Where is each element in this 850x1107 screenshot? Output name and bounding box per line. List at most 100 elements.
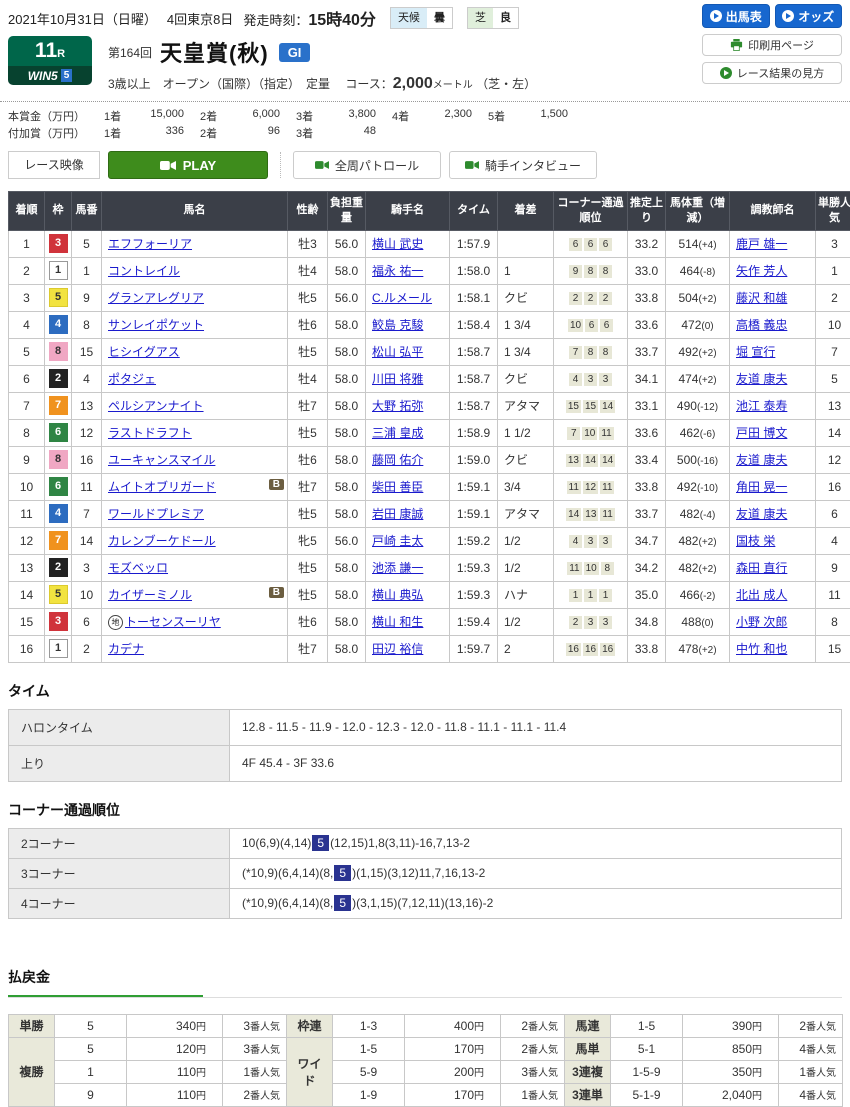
horse-weight-value: 492 — [677, 480, 697, 494]
trainer-link[interactable]: 中竹 和也 — [736, 642, 787, 656]
horse-weight-value: 466 — [680, 588, 700, 602]
jockey-link[interactable]: 田辺 裕信 — [372, 642, 423, 656]
horse-weight-diff: (+2) — [698, 537, 716, 548]
jockey-link[interactable]: 横山 典弘 — [372, 588, 423, 602]
horse-name-link[interactable]: ペルシアンナイト — [108, 399, 204, 413]
jockey-link[interactable]: C.ルメール — [372, 291, 432, 305]
finish-position: 12 — [9, 527, 45, 554]
trainer-link[interactable]: 池江 泰寿 — [736, 399, 787, 413]
trainer-link[interactable]: 角田 晃一 — [736, 480, 787, 494]
horse-name-link[interactable]: ヒシイグアス — [108, 345, 180, 359]
horse-name-link[interactable]: コントレイル — [108, 264, 180, 278]
trainer-link[interactable]: 鹿戸 雄一 — [736, 237, 787, 251]
corner-positions: 111211 — [554, 473, 628, 500]
arrow-circle-icon — [782, 10, 794, 22]
time-row-value: 4F 45.4 - 3F 33.6 — [230, 745, 842, 781]
last-3f: 33.8 — [628, 284, 666, 311]
horse-name-link[interactable]: ユーキャンスマイル — [108, 453, 215, 467]
result-row: 14510カイザーミノルB牡558.0横山 典弘1:59.3ハナ11135.04… — [9, 581, 850, 608]
trainer-link[interactable]: 小野 次郎 — [736, 615, 787, 629]
trainer-link[interactable]: 友道 康夫 — [736, 453, 787, 467]
column-header-2: 馬番 — [72, 192, 102, 231]
horse-name-link[interactable]: ムイトオブリガード — [108, 480, 216, 494]
horse-name-link[interactable]: エフフォーリア — [108, 237, 192, 251]
sex-age: 牡5 — [288, 419, 328, 446]
trainer-link[interactable]: 北出 成人 — [736, 588, 787, 602]
carried-weight: 58.0 — [328, 365, 366, 392]
jockey-link[interactable]: 池添 謙一 — [372, 561, 423, 575]
corner-position-box: 9 — [569, 265, 582, 278]
jockey-link[interactable]: 横山 武史 — [372, 237, 423, 251]
play-button[interactable]: PLAY — [108, 151, 268, 179]
trainer-cell: 角田 晃一 — [730, 473, 816, 500]
horse-name-link[interactable]: グランアレグリア — [108, 291, 204, 305]
trainer-link[interactable]: 国枝 栄 — [736, 534, 775, 548]
finish-position: 14 — [9, 581, 45, 608]
result-guide-button[interactable]: レース結果の見方 — [702, 62, 842, 84]
results-header-row: 着順枠馬番馬名性齢負担重量騎手名タイム着差コーナー通過順位推定上り馬体重（増減）… — [9, 192, 850, 231]
payout-amount: 2,040円 — [683, 1083, 779, 1106]
jockey-link[interactable]: 戸崎 圭太 — [372, 534, 423, 548]
jockey-link[interactable]: 岩田 康誠 — [372, 507, 423, 521]
horse-name-link[interactable]: トーセンスーリヤ — [125, 615, 221, 629]
jockey-link[interactable]: 鮫島 克駿 — [372, 318, 423, 332]
corner-row-label: 4コーナー — [9, 888, 230, 918]
horse-weight-value: 462 — [680, 426, 700, 440]
column-header-3: 馬名 — [102, 192, 288, 231]
result-row: 448サンレイポケット牡658.0鮫島 克駿1:58.41 3/4106633.… — [9, 311, 850, 338]
payout-combination: 5-1 — [611, 1037, 683, 1060]
jockey-link[interactable]: 藤岡 佑介 — [372, 453, 423, 467]
entry-table-button[interactable]: 出馬表 — [702, 4, 770, 28]
horse-name-link[interactable]: モズベッロ — [108, 561, 168, 575]
popularity-suffix: 番人気 — [250, 1045, 280, 1056]
horse-weight-value: 490 — [677, 399, 697, 413]
corner-position-box: 3 — [599, 535, 612, 548]
result-row: 624ポタジェ牡458.0川田 将雅1:58.7クビ43334.1474(+2)… — [9, 365, 850, 392]
frame-cell: 7 — [45, 392, 72, 419]
jockey-link[interactable]: 福永 祐一 — [372, 264, 423, 278]
jockey-link[interactable]: 川田 将雅 — [372, 372, 423, 386]
payout-popularity: 2番人気 — [223, 1083, 287, 1106]
jockey-link[interactable]: 大野 拓弥 — [372, 399, 423, 413]
jockey-link[interactable]: 三浦 皇成 — [372, 426, 423, 440]
trainer-link[interactable]: 矢作 芳人 — [736, 264, 787, 278]
start-time-label: 発走時刻： — [243, 13, 308, 28]
trainer-link[interactable]: 友道 康夫 — [736, 507, 787, 521]
horse-name-cell: エフフォーリア — [102, 230, 288, 257]
trainer-link[interactable]: 藤沢 和雄 — [736, 291, 787, 305]
trainer-link[interactable]: 森田 直行 — [736, 561, 787, 575]
carried-weight: 58.0 — [328, 581, 366, 608]
result-row: 10611ムイトオブリガードB牡758.0柴田 善臣1:59.13/411121… — [9, 473, 850, 500]
horse-name-link[interactable]: カレンブーケドール — [108, 534, 216, 548]
horse-name-link[interactable]: カデナ — [108, 642, 144, 656]
trainer-cell: 国枝 栄 — [730, 527, 816, 554]
prize-rank: 2着 — [200, 108, 230, 124]
corner-position-box: 1 — [569, 589, 582, 602]
corner-position-box: 16 — [600, 643, 615, 656]
odds-button[interactable]: オッズ — [775, 4, 843, 28]
trainer-link[interactable]: 堀 宣行 — [736, 345, 775, 359]
horse-name-link[interactable]: ワールドプレミア — [108, 507, 204, 521]
popularity-value: 3 — [521, 1065, 528, 1079]
horse-name-link[interactable]: サンレイポケット — [108, 318, 204, 332]
last-3f: 35.0 — [628, 581, 666, 608]
print-page-button[interactable]: 印刷用ページ — [702, 34, 842, 56]
jockey-link[interactable]: 横山 和生 — [372, 615, 423, 629]
horse-weight-diff: (+2) — [698, 645, 716, 656]
frame-number: 7 — [49, 396, 68, 415]
jockey-link[interactable]: 松山 弘平 — [372, 345, 423, 359]
trainer-link[interactable]: 戸田 博文 — [736, 426, 787, 440]
jockey-cell: 松山 弘平 — [366, 338, 450, 365]
trainer-link[interactable]: 友道 康夫 — [736, 372, 787, 386]
horse-number: 2 — [72, 635, 102, 662]
patrol-video-button[interactable]: 全周パトロール — [293, 151, 441, 179]
horse-name-link[interactable]: カイザーミノル — [108, 588, 192, 602]
column-header-7: タイム — [450, 192, 498, 231]
jockey-cell: 藤岡 佑介 — [366, 446, 450, 473]
jockey-link[interactable]: 柴田 善臣 — [372, 480, 423, 494]
horse-name-link[interactable]: ポタジェ — [108, 372, 156, 386]
jockey-interview-button[interactable]: 騎手インタビュー — [449, 151, 597, 179]
trainer-link[interactable]: 高橋 義忠 — [736, 318, 787, 332]
horse-name-link[interactable]: ラストドラフト — [108, 426, 192, 440]
result-row: 359グランアレグリア牝556.0C.ルメール1:58.1クビ22233.850… — [9, 284, 850, 311]
